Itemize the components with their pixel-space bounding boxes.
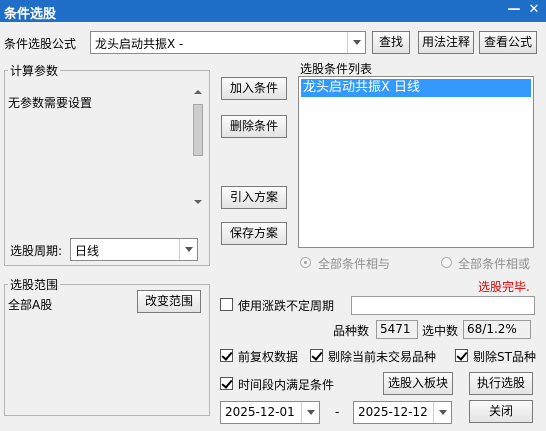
exclude-st-label: 剔除ST品种 <box>473 350 536 364</box>
selected-label: 选中数 <box>422 324 459 338</box>
find-button[interactable]: 查找 <box>372 31 410 54</box>
close-icon[interactable]: ✕ <box>526 2 542 18</box>
period-select[interactable]: 日线 <box>70 238 198 261</box>
fq-data-label: 前复权数据 <box>238 350 299 364</box>
exclude-untraded-checkbox[interactable] <box>310 349 323 362</box>
view-formula-button[interactable]: 查看公式 <box>479 31 537 54</box>
scroll-down-icon[interactable] <box>194 200 202 204</box>
chevron-down-icon[interactable] <box>301 402 319 423</box>
chevron-down-icon[interactable] <box>179 239 197 260</box>
count-label: 品种数 <box>333 324 370 338</box>
chevron-down-icon[interactable] <box>433 402 451 423</box>
formula-label: 条件选股公式 <box>4 37 77 51</box>
conditions-label: 选股条件列表 <box>300 62 373 76</box>
fq-data-checkbox[interactable] <box>220 349 233 362</box>
title-bar: 条件选股 — ✕ <box>0 0 546 22</box>
close-button[interactable]: 关闭 <box>469 400 533 423</box>
unfixed-period-label: 使用涨跌不定周期 <box>238 299 335 313</box>
selected-value: 68/1.2% <box>463 320 531 339</box>
change-scope-button[interactable]: 改变范围 <box>137 290 201 313</box>
chevron-down-icon[interactable] <box>347 32 365 53</box>
radio-all-and-label: 全部条件相与 <box>318 257 391 271</box>
radio-all-or-label: 全部条件相或 <box>458 257 531 271</box>
params-scrollbar[interactable] <box>190 84 206 210</box>
scroll-thumb[interactable] <box>193 104 203 156</box>
time-range-checkbox[interactable] <box>220 377 233 390</box>
add-condition-button[interactable]: 加入条件 <box>221 77 287 100</box>
period-label: 选股周期: <box>10 244 63 258</box>
unfixed-period-checkbox[interactable] <box>220 298 233 311</box>
usage-notes-button[interactable]: 用法注释 <box>418 31 474 54</box>
date-to-select[interactable]: 2025-12-12 <box>353 401 452 424</box>
date-separator: - <box>335 405 340 419</box>
save-scheme-button[interactable]: 保存方案 <box>221 222 287 245</box>
window-title: 条件选股 <box>4 7 57 22</box>
list-item[interactable]: 龙头启动共振X 日线 <box>301 79 531 97</box>
status-text: 选股完毕. <box>478 280 530 294</box>
unfixed-period-input[interactable] <box>351 296 535 315</box>
date-from-select[interactable]: 2025-12-01 <box>220 401 320 424</box>
delete-condition-button[interactable]: 删除条件 <box>221 115 287 138</box>
scope-value: 全部A股 <box>8 298 53 312</box>
exclude-st-checkbox[interactable] <box>455 349 468 362</box>
minimize-icon[interactable]: — <box>506 2 522 18</box>
params-group-label: 计算参数 <box>8 62 61 79</box>
radio-all-or[interactable] <box>441 257 452 268</box>
scope-group-label: 选股范围 <box>8 276 61 293</box>
import-scheme-button[interactable]: 引入方案 <box>221 186 287 209</box>
to-block-button[interactable]: 选股入板块 <box>383 372 453 395</box>
formula-select[interactable]: 龙头启动共振X - <box>90 31 366 54</box>
no-params-text: 无参数需要设置 <box>8 96 93 110</box>
date-from-value: 2025-12-01 <box>225 405 295 419</box>
exclude-untraded-label: 剔除当前未交易品种 <box>328 350 437 364</box>
conditions-list[interactable]: 龙头启动共振X 日线 <box>298 76 534 248</box>
count-value: 5471 <box>376 320 418 339</box>
date-to-value: 2025-12-12 <box>358 405 428 419</box>
radio-all-and[interactable] <box>300 257 311 268</box>
time-range-label: 时间段内满足条件 <box>238 378 335 392</box>
scroll-up-icon[interactable] <box>194 90 202 94</box>
period-value: 日线 <box>75 244 100 258</box>
formula-value: 龙头启动共振X - <box>95 37 184 51</box>
execute-button[interactable]: 执行选股 <box>469 372 533 395</box>
